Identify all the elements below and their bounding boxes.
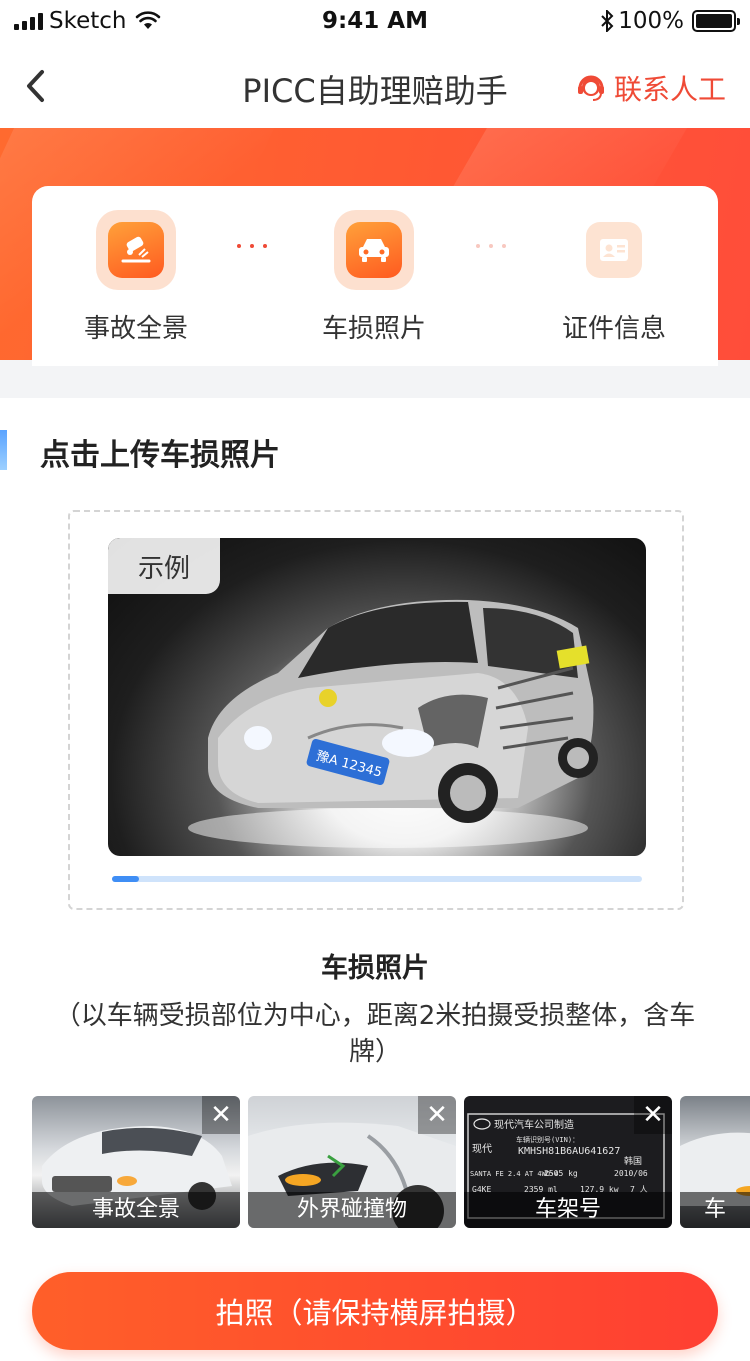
thumbnail-partial[interactable]: 车 — [680, 1096, 750, 1228]
step-icon-wrap — [96, 210, 176, 290]
bluetooth-icon — [601, 10, 614, 32]
upload-progress-bar — [112, 876, 642, 882]
example-thumbnails: ✕ 事故全景 ✕ 外界碰撞物 现代汽车公司制造 车辆识别号(VIN)： 现代 K… — [32, 1096, 750, 1228]
status-bar: Sketch 9:41 AM 100% — [0, 0, 750, 44]
step-label: 事故全景 — [83, 314, 188, 344]
photo-upload-area[interactable]: 豫A 12345 示例 — [68, 510, 684, 910]
upload-progress-fill — [112, 876, 139, 882]
step-id-info[interactable]: 证件信息 — [514, 210, 714, 345]
thumbnail-label: 事故全景 — [32, 1192, 240, 1228]
sample-car-image: 豫A 12345 — [188, 599, 598, 848]
vin-country: 韩国 — [624, 1155, 642, 1167]
progress-header: 事故全景 车损照片 证件信息 — [0, 128, 750, 398]
section-title: 点击上传车损照片 — [40, 438, 280, 473]
photo-caption: 车损照片 — [321, 953, 429, 984]
steps-card: 事故全景 车损照片 证件信息 — [32, 186, 718, 366]
customer-service-icon — [577, 75, 604, 101]
status-right: 100% — [600, 8, 740, 34]
id-card-icon — [586, 222, 642, 278]
vin-number: KMHSH81B6AU641627 — [518, 1146, 620, 1157]
step-icon-wrap — [574, 210, 654, 290]
step-car-damage[interactable]: 车损照片 — [274, 210, 474, 345]
thumbnail-vin[interactable]: 现代汽车公司制造 车辆识别号(VIN)： 现代 KMHSH81B6AU64162… — [464, 1096, 672, 1228]
battery-icon — [692, 10, 740, 32]
step-label: 证件信息 — [561, 314, 666, 344]
close-icon[interactable]: ✕ — [634, 1096, 672, 1134]
step-label: 车损照片 — [321, 314, 426, 344]
step-connector — [237, 244, 267, 248]
thumbnail-accident-overview[interactable]: ✕ 事故全景 — [32, 1096, 240, 1228]
take-photo-button[interactable]: 拍照（请保持横屏拍摄） — [32, 1272, 718, 1350]
sample-photo: 豫A 12345 示例 — [108, 538, 646, 856]
photo-description: （以车辆受损部位为中心，距离2米拍摄受损整体，含车牌） — [54, 1001, 696, 1067]
battery-percent: 100% — [618, 8, 684, 34]
vin-date: 2010/06 — [614, 1169, 648, 1178]
step-connector — [476, 244, 506, 248]
vin-label: 车辆识别号(VIN)： — [516, 1135, 579, 1144]
accident-icon — [108, 222, 164, 278]
main-content: 点击上传车损照片 豫A 12345 示例 车损照片 （以车辆受损部位为中心，距离… — [0, 398, 750, 1361]
step-accident-overview[interactable]: 事故全景 — [36, 210, 236, 345]
vin-maker: 现代 — [472, 1143, 492, 1155]
sample-tag: 示例 — [108, 538, 220, 594]
step-icon-wrap — [334, 210, 414, 290]
nav-bar: PICC自助理赔助手 联系人工 — [0, 44, 750, 128]
thumbnail-label: 车架号 — [464, 1192, 672, 1228]
contact-agent-button[interactable]: 联系人工 — [576, 68, 726, 108]
close-icon[interactable]: ✕ — [418, 1096, 456, 1134]
close-icon[interactable]: ✕ — [202, 1096, 240, 1134]
vin-mass: 2505 kg — [544, 1169, 578, 1178]
thumbnail-label: 外界碰撞物 — [248, 1192, 456, 1228]
contact-label: 联系人工 — [613, 73, 726, 106]
car-icon — [346, 222, 402, 278]
thumbnail-external-object[interactable]: ✕ 外界碰撞物 — [248, 1096, 456, 1228]
vin-brand: 现代汽车公司制造 — [494, 1118, 574, 1131]
thumbnail-label: 车 — [680, 1192, 750, 1228]
section-accent — [0, 430, 7, 470]
